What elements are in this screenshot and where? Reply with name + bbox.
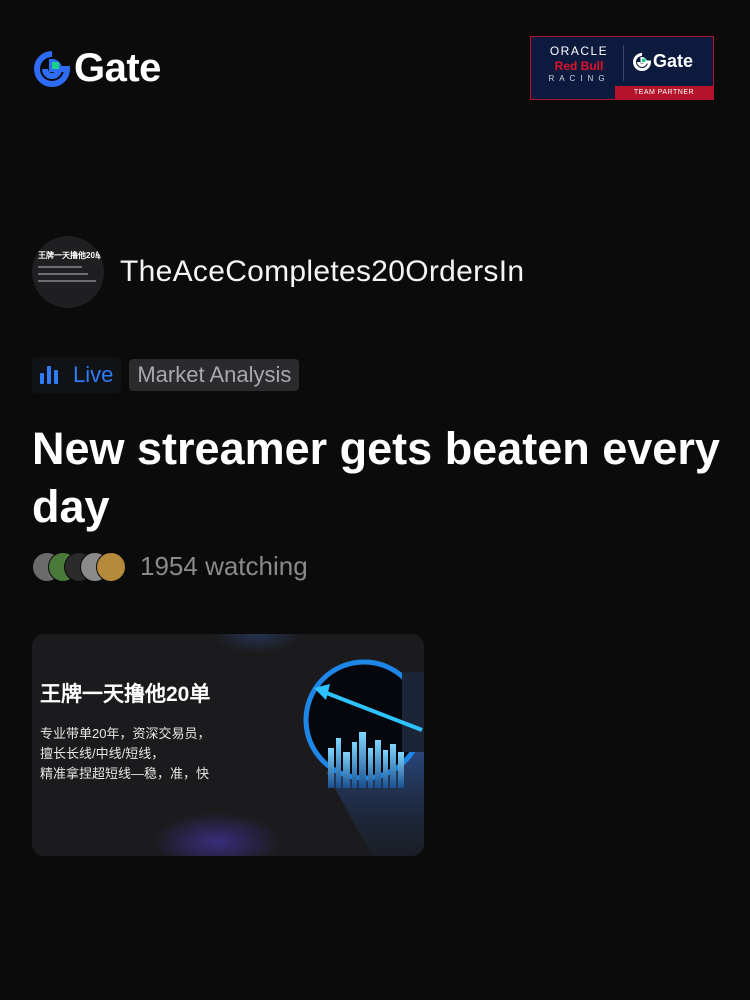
partner-strip: TEAM PARTNER (615, 86, 713, 99)
stream-thumbnail[interactable]: 王牌一天撸他20单 专业带单20年，资深交易员， 擅长长线/中线/短线， 精准拿… (32, 634, 424, 856)
thumbnail-line: 擅长长线/中线/短线， (40, 746, 165, 761)
viewer-count: 1954 watching (140, 551, 308, 581)
thumbnail-title: 王牌一天撸他20单 (40, 683, 211, 706)
avatar-title: 王牌一天撸他20单 (38, 251, 103, 260)
viewer-avatar (96, 551, 126, 582)
thumbnail-description: 专业带单20年，资深交易员， 擅长长线/中线/短线， 精准拿捏超短线—稳，准，快 (40, 724, 210, 784)
streamer-info[interactable]: 王牌一天撸他20单 TheAceCompletes20OrdersIn (32, 236, 524, 308)
avatar-line (38, 266, 82, 268)
stream-title: New streamer gets beaten every day (32, 423, 720, 532)
oracle-label: ORACLE (549, 44, 609, 58)
thumbnail-glow (152, 812, 282, 856)
redbull-label: Red Bull (554, 59, 604, 73)
gate-logo-icon (34, 50, 70, 87)
gate-mini-icon (633, 52, 651, 71)
partner-gate-text: Gate (653, 51, 694, 71)
partner-divider (623, 45, 624, 81)
category-tag[interactable]: Market Analysis (129, 359, 300, 391)
thumbnail-line: 专业带单20年，资深交易员， (40, 726, 211, 741)
city-chart-graphic (303, 659, 424, 856)
viewer-info: 1954 watching (32, 551, 308, 582)
streamer-name[interactable]: TheAceCompletes20OrdersIn (120, 255, 524, 289)
gate-logo[interactable]: Gate (34, 46, 161, 91)
thumbnail-glow (212, 634, 302, 654)
team-partner-badge[interactable]: ORACLE Red Bull RACING Gate TEAM PARTNER (530, 36, 714, 100)
partner-gate-logo: Gate (633, 51, 693, 72)
viewer-avatars (32, 551, 126, 582)
live-bars-icon (40, 366, 61, 384)
avatar-line (38, 273, 88, 275)
streamer-avatar[interactable]: 王牌一天撸他20单 (32, 236, 104, 308)
stream-tags: Live Market Analysis (32, 357, 300, 393)
gate-logo-text: Gate (74, 46, 161, 90)
live-label: Live (73, 362, 114, 387)
racing-label: RACING (548, 74, 610, 83)
thumbnail-line: 精准拿捏超短线—稳，准，快 (40, 766, 210, 781)
live-badge: Live (32, 357, 122, 393)
avatar-line (38, 280, 96, 282)
